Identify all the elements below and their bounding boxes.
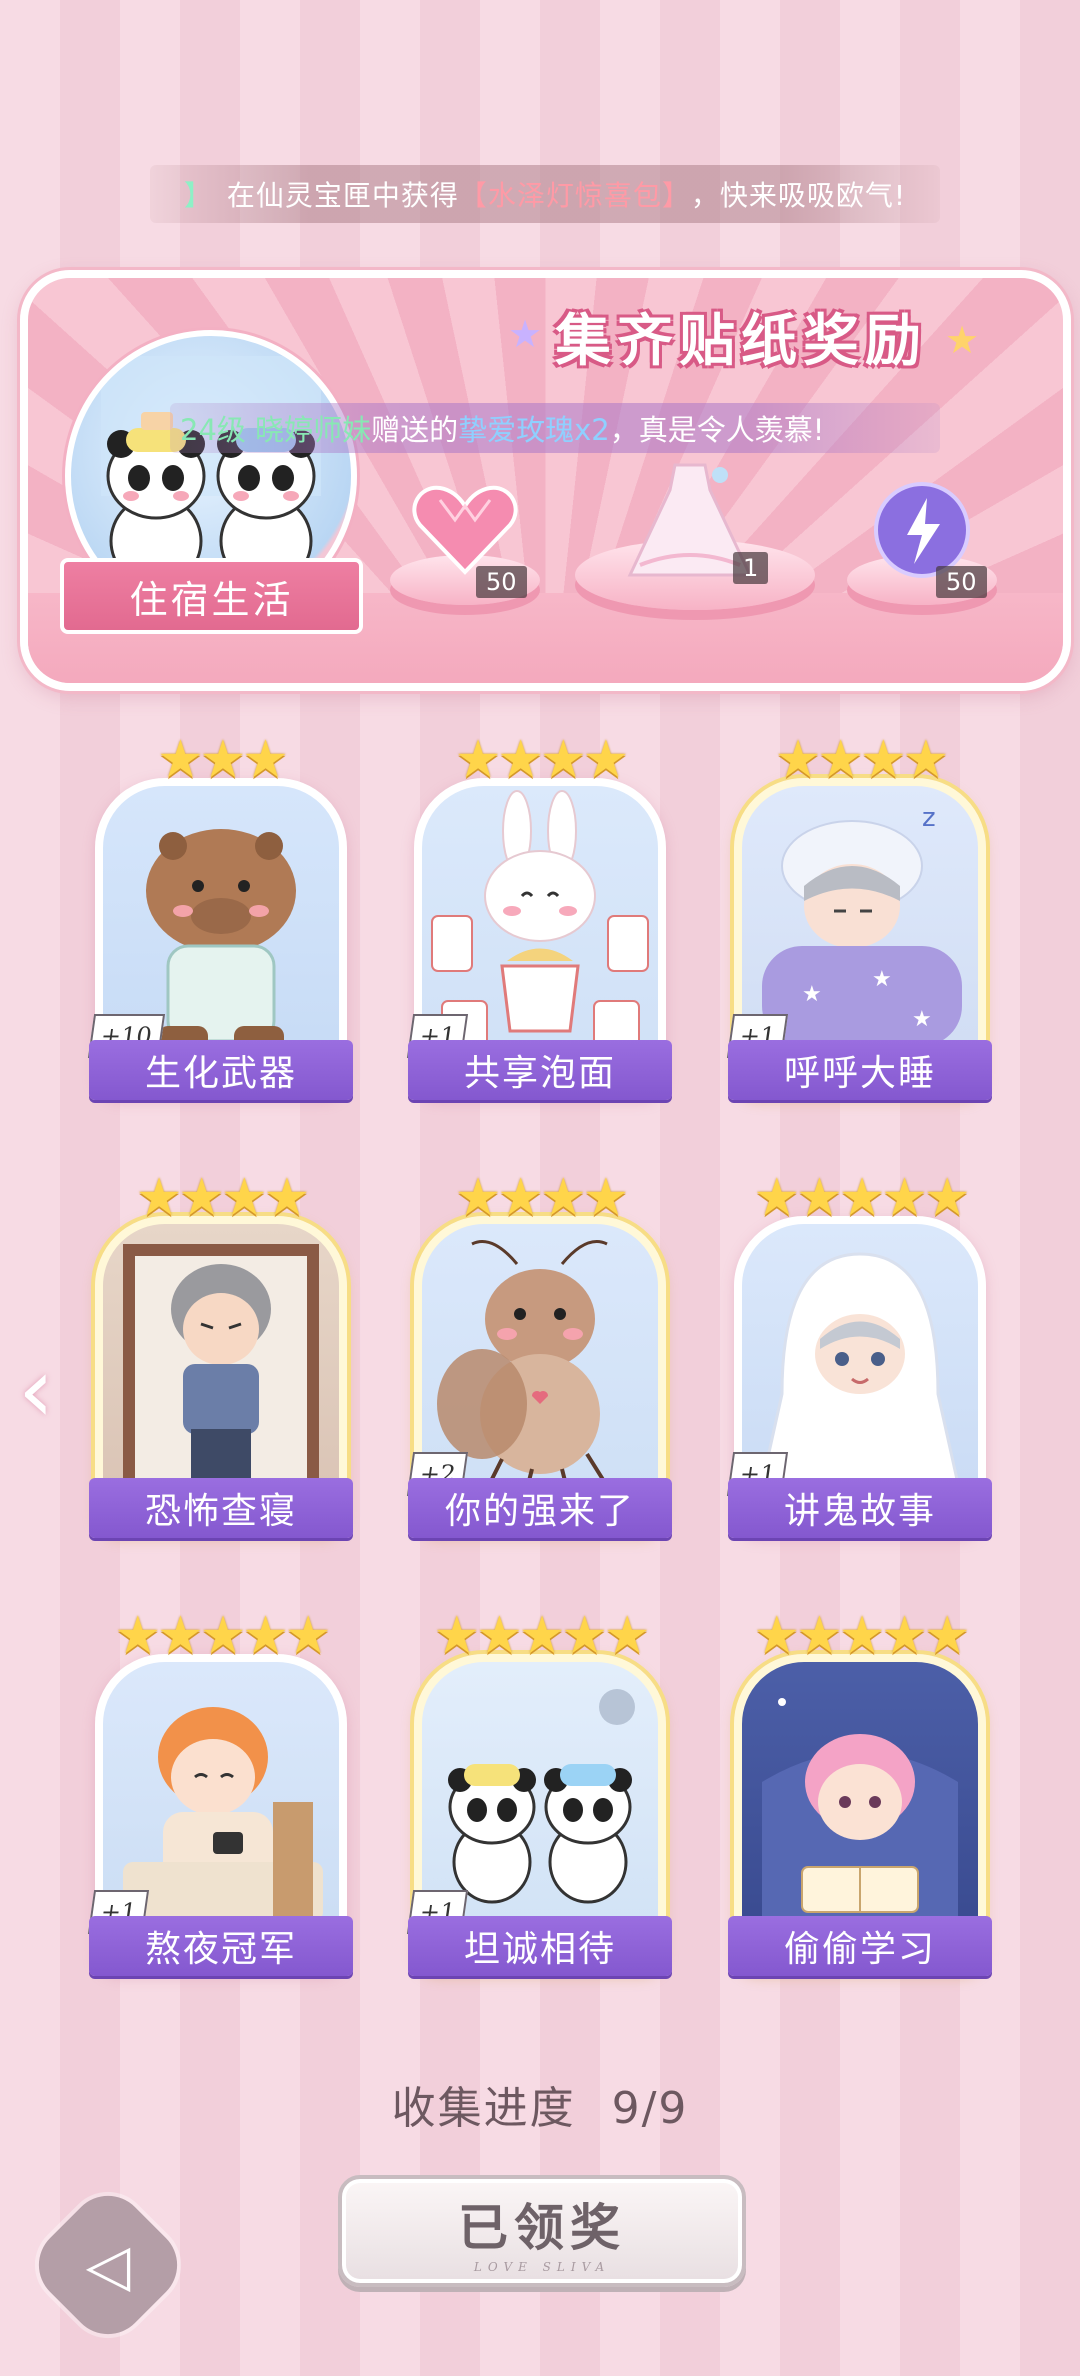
previous-page-arrow-icon[interactable]: ‹ [18, 1338, 54, 1443]
rating-stars-icon: ★★★★★ [433, 1606, 650, 1666]
reward-count: 50 [936, 566, 987, 598]
gift-item: 挚爱玫瑰x2 [458, 413, 610, 447]
sticker-label: 偷偷学习 [728, 1916, 992, 1976]
claimed-sub-label: LOVE SLIVA [473, 2260, 611, 2274]
badge-ribbon: 住宿生活 [60, 558, 363, 634]
gift-middle: 赠送的 [371, 413, 459, 447]
marquee-suffix: ，快来吸吸欧气! [690, 179, 907, 212]
star-deco-icon: ★ [508, 312, 543, 356]
claimed-reward-button[interactable]: 已领奖 LOVE SLIVA [338, 2175, 746, 2287]
progress-label: 收集进度 [391, 2083, 576, 2134]
sticker-label: 共享泡面 [408, 1040, 672, 1100]
sticker-label: 坦诚相待 [408, 1916, 672, 1976]
sticker-card[interactable]: ★★★★★ +1 讲鬼故事 [726, 1168, 992, 1538]
rating-stars-icon: ★★★★★ [114, 1606, 331, 1666]
back-arrow-icon: ◁ [85, 2231, 131, 2299]
svg-text:★: ★ [802, 982, 822, 1007]
rating-stars-icon: ★★★★ [454, 730, 629, 790]
sticker-label: 生化武器 [89, 1040, 353, 1100]
announcement-marquee: 】 在仙灵宝匣中获得 【水泽灯惊喜包】 ，快来吸吸欧气! [150, 165, 940, 223]
marquee-prefix: 】 [183, 179, 213, 212]
svg-text:★: ★ [872, 967, 892, 992]
sticker-card[interactable]: ★★★★ 恐怖查寝 [89, 1168, 353, 1538]
gift-suffix: ，真是令人羡慕! [609, 413, 825, 447]
sticker-card[interactable]: ★★★★★ +1 坦诚相待 [406, 1606, 672, 1976]
marquee-text: 在仙灵宝匣中获得 [226, 179, 459, 212]
claimed-label: 已领奖 [458, 2199, 626, 2257]
rating-stars-icon: ★★★★ [454, 1168, 629, 1228]
gift-sender: 24级 晓婷师妹 [180, 413, 372, 447]
collection-progress: 收集进度 9/9 [0, 2072, 1080, 2136]
reward-title: 集齐贴纸奖励 [555, 309, 927, 374]
progress-value: 9/9 [611, 2083, 689, 2134]
heart-gem-icon[interactable] [410, 480, 520, 580]
energy-orb-icon[interactable] [872, 480, 972, 580]
marquee-item: 【水泽灯惊喜包】 [458, 179, 691, 212]
sticker-label: 熬夜冠军 [89, 1916, 353, 1976]
reward-count: 50 [476, 566, 527, 598]
gift-message: 24级 晓婷师妹 赠送的 挚爱玫瑰x2 ，真是令人羡慕! [170, 403, 940, 453]
sticker-card[interactable]: ★★★★★ +1 熬夜冠军 [87, 1606, 353, 1976]
rating-stars-icon: ★★★★★ [753, 1168, 970, 1228]
svg-text:z: z [922, 803, 936, 833]
sticker-card[interactable]: ★★★★ +2 你的强来了 [406, 1168, 672, 1538]
reward-count: 1 [733, 552, 769, 584]
rating-stars-icon: ★★★★ [135, 1168, 310, 1228]
sticker-label: 你的强来了 [408, 1478, 672, 1538]
rating-stars-icon: ★★★ [157, 730, 289, 790]
sticker-label: 讲鬼故事 [728, 1478, 992, 1538]
svg-text:★: ★ [912, 1007, 932, 1032]
sticker-card[interactable]: ★ ★ ★ z ★★★★ +1 呼呼大睡 [726, 730, 992, 1100]
sticker-card[interactable]: ★★★ +10 生化武器 [87, 730, 353, 1100]
rating-stars-icon: ★★★★ [774, 730, 949, 790]
star-deco-icon: ★ [945, 318, 980, 362]
sticker-label: 恐怖查寝 [89, 1478, 353, 1538]
sticker-card[interactable]: ★★★★★ 偷偷学习 [728, 1606, 992, 1976]
sticker-label: 呼呼大睡 [728, 1040, 992, 1100]
rating-stars-icon: ★★★★★ [753, 1606, 970, 1666]
sticker-card[interactable]: ★★★★ +1 共享泡面 [406, 730, 672, 1100]
